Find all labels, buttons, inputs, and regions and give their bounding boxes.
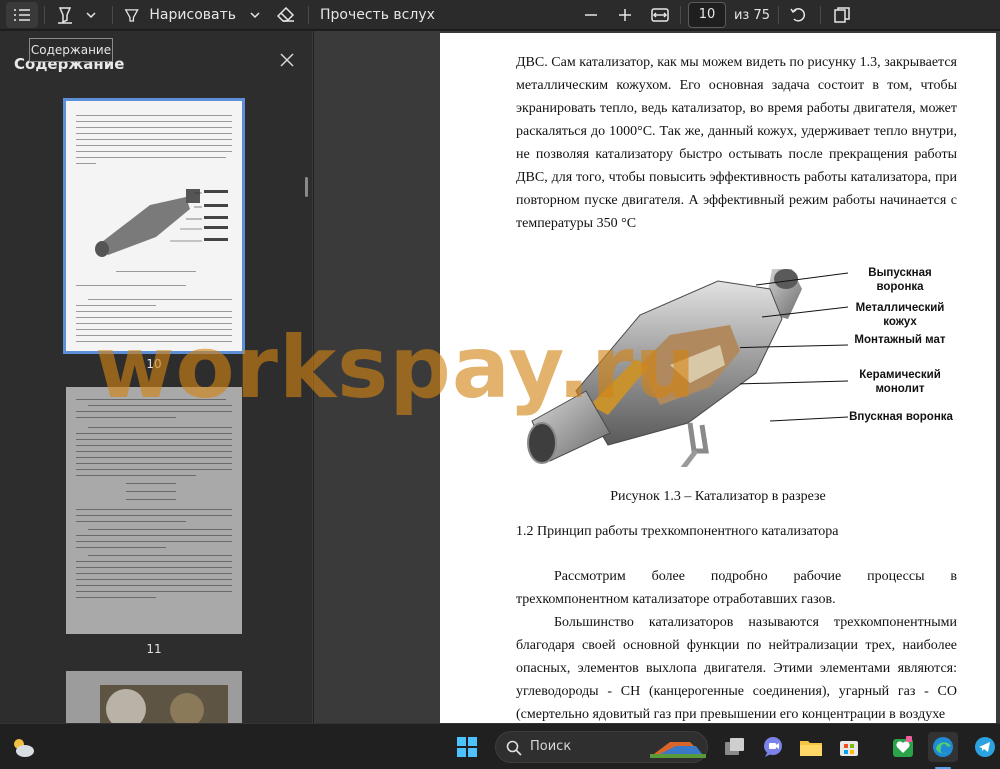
figure-label-shell: Металлический кожух — [855, 302, 945, 328]
pen-icon — [124, 9, 139, 22]
minus-icon — [585, 14, 597, 16]
highlight-button[interactable] — [52, 0, 78, 30]
widgets-app-button[interactable] — [888, 732, 918, 762]
close-icon — [280, 53, 294, 67]
zoom-in-button[interactable] — [614, 0, 636, 30]
highlight-options-button[interactable] — [82, 0, 100, 30]
figure-caption: Рисунок 1.3 – Катализатор в разрезе — [610, 489, 826, 504]
read-aloud-button[interactable]: Прочесть вслух — [320, 0, 435, 30]
page-thumbnail-12[interactable] — [66, 671, 242, 723]
rotate-button[interactable] — [786, 0, 810, 30]
eraser-icon — [277, 7, 295, 22]
edge-icon — [933, 737, 953, 757]
telegram-button[interactable] — [970, 732, 1000, 762]
two-page-icon — [834, 7, 850, 23]
fit-width-button[interactable] — [648, 0, 672, 30]
page-total: из 75 — [733, 7, 771, 23]
thumbnail-photo — [100, 685, 228, 723]
document-viewport[interactable]: ДВС. Сам катализатор, как мы можем видет… — [314, 31, 1000, 723]
taskbar-search[interactable]: Поиск — [495, 731, 708, 763]
list-icon — [14, 9, 30, 21]
paragraph-1: ДВС. Сам катализатор, как мы можем видет… — [516, 55, 957, 231]
chevron-down-icon — [250, 12, 260, 18]
contents-panel: Содержание 10 11 — [0, 31, 313, 723]
chevron-down-icon — [86, 12, 96, 18]
paragraph-3: Большинство катализаторов называются тре… — [516, 615, 957, 722]
thumbnail-figure — [95, 189, 228, 257]
edge-button[interactable] — [928, 732, 958, 762]
figure-label-mat: Монтажный мат — [854, 334, 946, 346]
close-panel-button[interactable] — [276, 49, 298, 71]
start-button[interactable] — [452, 732, 482, 762]
teams-button[interactable] — [758, 732, 788, 762]
task-view-icon — [725, 738, 744, 755]
draw-options-button[interactable] — [246, 0, 264, 30]
contents-tooltip: Содержание — [29, 38, 113, 62]
file-explorer-button[interactable] — [796, 732, 826, 762]
thumbnail-label-10: 10 — [146, 357, 162, 371]
section-heading: 1.2 Принцип работы трехкомпонентного кат… — [516, 524, 839, 539]
windows-icon — [457, 737, 477, 757]
draw-button[interactable]: Нарисовать — [124, 0, 236, 30]
plus-icon — [619, 9, 631, 21]
heart-app-icon — [893, 736, 913, 757]
rotate-icon — [790, 8, 806, 22]
figure-label-monolit: Керамический монолит — [859, 369, 941, 395]
toolbar: Нарисовать Прочесть вслух 10 из 75 — [0, 0, 1000, 30]
search-highlight-icon — [650, 742, 706, 758]
store-button[interactable] — [834, 732, 864, 762]
figure-label-outlet: Выпускная воронка — [868, 267, 932, 293]
search-icon — [506, 740, 522, 756]
thumbnail-label-11: 11 — [146, 642, 162, 656]
weather-widget[interactable] — [8, 732, 38, 762]
search-label: Поиск — [530, 739, 572, 754]
pdf-reader-window: Нарисовать Прочесть вслух 10 из 75 Содер… — [0, 0, 1000, 769]
fit-width-icon — [651, 8, 669, 22]
contents-button[interactable] — [6, 2, 38, 28]
paragraph-2: Рассмотрим более подробно рабочие процес… — [516, 569, 957, 607]
page-view-button[interactable] — [830, 0, 854, 30]
read-aloud-label: Прочесть вслух — [320, 7, 435, 23]
draw-label: Нарисовать — [149, 7, 236, 23]
chat-icon — [764, 737, 782, 757]
figure-leader-lines — [740, 272, 849, 422]
figure-label-inlet: Впускная воронка — [849, 411, 953, 423]
weather-icon — [14, 739, 34, 757]
folder-icon — [800, 741, 822, 756]
highlighter-icon — [58, 7, 72, 24]
document-page: ДВС. Сам катализатор, как мы можем видет… — [440, 33, 996, 723]
task-view-button[interactable] — [720, 732, 750, 762]
zoom-out-button[interactable] — [580, 0, 602, 30]
page-thumbnail-10[interactable] — [63, 98, 245, 354]
taskbar: Поиск — [0, 723, 1000, 769]
page-number-input[interactable]: 10 — [688, 2, 726, 28]
page-thumbnail-11[interactable] — [66, 387, 242, 634]
store-icon — [840, 741, 858, 756]
panel-scrollbar[interactable] — [305, 177, 308, 197]
eraser-button[interactable] — [274, 0, 298, 30]
telegram-icon — [975, 737, 995, 757]
